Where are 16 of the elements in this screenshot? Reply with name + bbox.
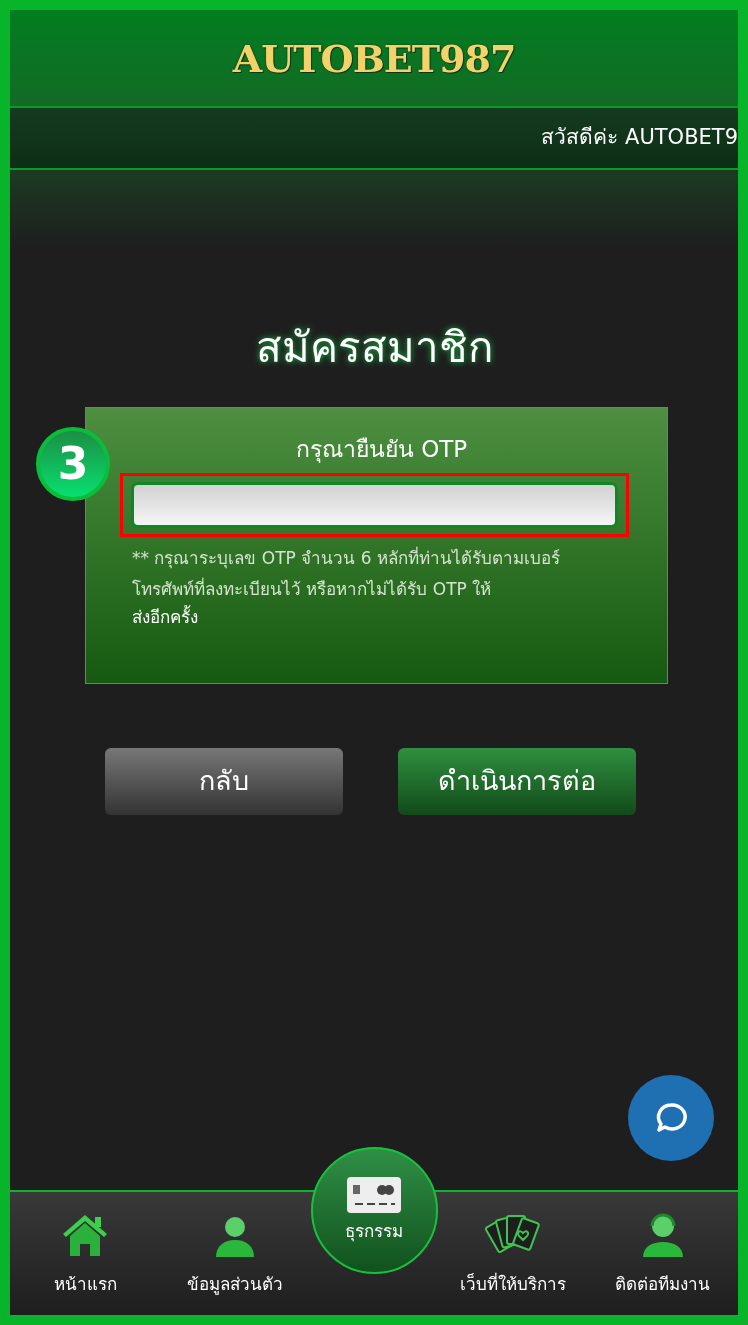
otp-input[interactable] <box>131 481 618 528</box>
nav-item[interactable]: ติดต่อทีมงาน <box>587 1192 738 1315</box>
step-badge: 3 <box>36 427 110 501</box>
card-icon <box>347 1176 401 1213</box>
otp-note: ** กรุณาระบุเลข OTP จำนวน 6 หลักที่ท่านได้รับตามเบอร์โทรศัพท์ที่ลงทะเบียนไว้ หรือหากไม่ได้รับ OTP ให้ <box>132 545 561 601</box>
person-icon <box>214 1215 257 1258</box>
field-label: กรุณายืนยัน OTP <box>294 435 469 465</box>
nav-item[interactable]: ข้อมูลส่วนตัว <box>160 1192 311 1315</box>
back-button[interactable]: กลับ <box>104 748 343 815</box>
nav-item[interactable]: เว็บที่ให้บริการ <box>437 1192 588 1315</box>
marquee-text: สวัสดีค่ะ AUTOBET9 <box>541 124 738 152</box>
page-title: สมัครสมาชิก <box>254 322 494 374</box>
nav-item[interactable]: หน้าแรก <box>10 1192 161 1315</box>
logo: AUTOBET987 <box>232 34 516 83</box>
resend-text: ส่งอีกครั้ง <box>132 605 199 630</box>
continue-button[interactable]: ดำเนินการต่อ <box>397 748 636 815</box>
